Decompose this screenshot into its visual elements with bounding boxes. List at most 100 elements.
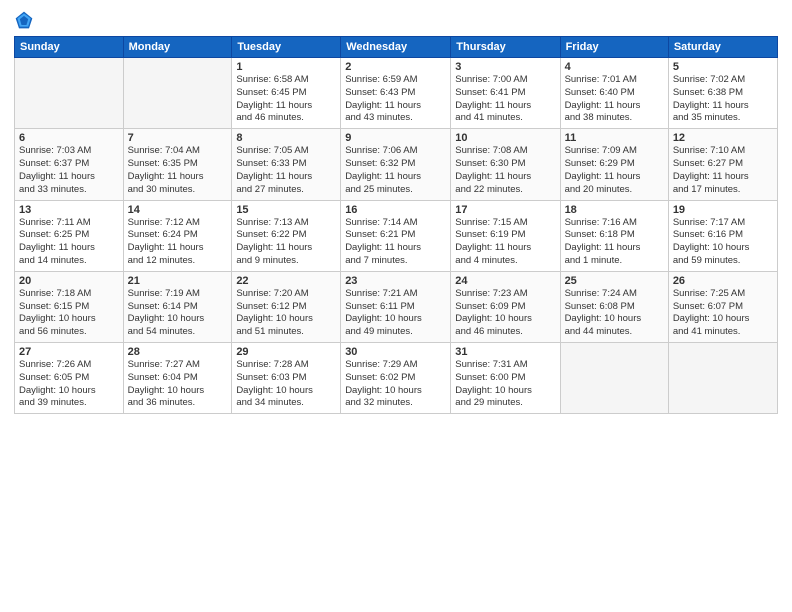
day-header: Monday — [123, 37, 232, 58]
calendar-cell: 12Sunrise: 7:10 AM Sunset: 6:27 PM Dayli… — [668, 129, 777, 200]
day-info: Sunrise: 7:11 AM Sunset: 6:25 PM Dayligh… — [19, 217, 119, 268]
calendar-cell: 26Sunrise: 7:25 AM Sunset: 6:07 PM Dayli… — [668, 271, 777, 342]
day-info: Sunrise: 7:08 AM Sunset: 6:30 PM Dayligh… — [455, 145, 555, 196]
calendar-cell: 25Sunrise: 7:24 AM Sunset: 6:08 PM Dayli… — [560, 271, 668, 342]
day-info: Sunrise: 7:24 AM Sunset: 6:08 PM Dayligh… — [565, 288, 664, 339]
calendar-cell — [668, 343, 777, 414]
day-info: Sunrise: 7:12 AM Sunset: 6:24 PM Dayligh… — [128, 217, 228, 268]
day-number: 21 — [128, 275, 228, 287]
calendar-cell: 9Sunrise: 7:06 AM Sunset: 6:32 PM Daylig… — [341, 129, 451, 200]
calendar-cell: 15Sunrise: 7:13 AM Sunset: 6:22 PM Dayli… — [232, 200, 341, 271]
day-number: 27 — [19, 346, 119, 358]
day-number: 26 — [673, 275, 773, 287]
calendar-cell: 1Sunrise: 6:58 AM Sunset: 6:45 PM Daylig… — [232, 58, 341, 129]
calendar-cell: 17Sunrise: 7:15 AM Sunset: 6:19 PM Dayli… — [451, 200, 560, 271]
calendar-cell: 23Sunrise: 7:21 AM Sunset: 6:11 PM Dayli… — [341, 271, 451, 342]
day-number: 8 — [236, 132, 336, 144]
calendar-table: SundayMondayTuesdayWednesdayThursdayFrid… — [14, 36, 778, 414]
calendar-week-row: 13Sunrise: 7:11 AM Sunset: 6:25 PM Dayli… — [15, 200, 778, 271]
calendar-cell: 10Sunrise: 7:08 AM Sunset: 6:30 PM Dayli… — [451, 129, 560, 200]
day-info: Sunrise: 7:16 AM Sunset: 6:18 PM Dayligh… — [565, 217, 664, 268]
calendar-cell: 21Sunrise: 7:19 AM Sunset: 6:14 PM Dayli… — [123, 271, 232, 342]
day-number: 4 — [565, 61, 664, 73]
day-number: 28 — [128, 346, 228, 358]
day-header: Thursday — [451, 37, 560, 58]
calendar-cell: 2Sunrise: 6:59 AM Sunset: 6:43 PM Daylig… — [341, 58, 451, 129]
calendar-cell: 27Sunrise: 7:26 AM Sunset: 6:05 PM Dayli… — [15, 343, 124, 414]
day-number: 24 — [455, 275, 555, 287]
day-number: 10 — [455, 132, 555, 144]
day-number: 1 — [236, 61, 336, 73]
calendar-cell: 11Sunrise: 7:09 AM Sunset: 6:29 PM Dayli… — [560, 129, 668, 200]
day-info: Sunrise: 7:26 AM Sunset: 6:05 PM Dayligh… — [19, 359, 119, 410]
day-number: 7 — [128, 132, 228, 144]
day-info: Sunrise: 7:04 AM Sunset: 6:35 PM Dayligh… — [128, 145, 228, 196]
calendar-cell: 8Sunrise: 7:05 AM Sunset: 6:33 PM Daylig… — [232, 129, 341, 200]
day-info: Sunrise: 7:19 AM Sunset: 6:14 PM Dayligh… — [128, 288, 228, 339]
calendar-cell: 20Sunrise: 7:18 AM Sunset: 6:15 PM Dayli… — [15, 271, 124, 342]
day-number: 13 — [19, 204, 119, 216]
calendar-cell: 29Sunrise: 7:28 AM Sunset: 6:03 PM Dayli… — [232, 343, 341, 414]
day-number: 6 — [19, 132, 119, 144]
day-number: 20 — [19, 275, 119, 287]
day-number: 14 — [128, 204, 228, 216]
day-info: Sunrise: 7:01 AM Sunset: 6:40 PM Dayligh… — [565, 74, 664, 125]
day-number: 30 — [345, 346, 446, 358]
day-info: Sunrise: 7:21 AM Sunset: 6:11 PM Dayligh… — [345, 288, 446, 339]
calendar-cell: 3Sunrise: 7:00 AM Sunset: 6:41 PM Daylig… — [451, 58, 560, 129]
day-number: 29 — [236, 346, 336, 358]
day-number: 25 — [565, 275, 664, 287]
day-number: 17 — [455, 204, 555, 216]
calendar-cell: 18Sunrise: 7:16 AM Sunset: 6:18 PM Dayli… — [560, 200, 668, 271]
day-info: Sunrise: 7:28 AM Sunset: 6:03 PM Dayligh… — [236, 359, 336, 410]
day-info: Sunrise: 7:31 AM Sunset: 6:00 PM Dayligh… — [455, 359, 555, 410]
day-info: Sunrise: 7:18 AM Sunset: 6:15 PM Dayligh… — [19, 288, 119, 339]
day-info: Sunrise: 7:05 AM Sunset: 6:33 PM Dayligh… — [236, 145, 336, 196]
calendar-cell: 22Sunrise: 7:20 AM Sunset: 6:12 PM Dayli… — [232, 271, 341, 342]
calendar-cell: 16Sunrise: 7:14 AM Sunset: 6:21 PM Dayli… — [341, 200, 451, 271]
day-header: Tuesday — [232, 37, 341, 58]
day-info: Sunrise: 6:59 AM Sunset: 6:43 PM Dayligh… — [345, 74, 446, 125]
calendar-cell: 5Sunrise: 7:02 AM Sunset: 6:38 PM Daylig… — [668, 58, 777, 129]
calendar-week-row: 6Sunrise: 7:03 AM Sunset: 6:37 PM Daylig… — [15, 129, 778, 200]
calendar-cell: 6Sunrise: 7:03 AM Sunset: 6:37 PM Daylig… — [15, 129, 124, 200]
day-header: Sunday — [15, 37, 124, 58]
calendar-cell — [15, 58, 124, 129]
page: SundayMondayTuesdayWednesdayThursdayFrid… — [0, 0, 792, 612]
calendar-cell: 19Sunrise: 7:17 AM Sunset: 6:16 PM Dayli… — [668, 200, 777, 271]
calendar-week-row: 27Sunrise: 7:26 AM Sunset: 6:05 PM Dayli… — [15, 343, 778, 414]
day-number: 9 — [345, 132, 446, 144]
calendar-week-row: 1Sunrise: 6:58 AM Sunset: 6:45 PM Daylig… — [15, 58, 778, 129]
day-number: 16 — [345, 204, 446, 216]
calendar-cell: 30Sunrise: 7:29 AM Sunset: 6:02 PM Dayli… — [341, 343, 451, 414]
day-number: 11 — [565, 132, 664, 144]
day-number: 12 — [673, 132, 773, 144]
day-info: Sunrise: 7:02 AM Sunset: 6:38 PM Dayligh… — [673, 74, 773, 125]
day-number: 23 — [345, 275, 446, 287]
header — [14, 10, 778, 30]
day-info: Sunrise: 7:10 AM Sunset: 6:27 PM Dayligh… — [673, 145, 773, 196]
calendar-week-row: 20Sunrise: 7:18 AM Sunset: 6:15 PM Dayli… — [15, 271, 778, 342]
day-info: Sunrise: 7:15 AM Sunset: 6:19 PM Dayligh… — [455, 217, 555, 268]
calendar-cell: 7Sunrise: 7:04 AM Sunset: 6:35 PM Daylig… — [123, 129, 232, 200]
day-number: 22 — [236, 275, 336, 287]
logo — [14, 10, 36, 30]
calendar-cell: 28Sunrise: 7:27 AM Sunset: 6:04 PM Dayli… — [123, 343, 232, 414]
calendar-cell — [560, 343, 668, 414]
day-info: Sunrise: 7:09 AM Sunset: 6:29 PM Dayligh… — [565, 145, 664, 196]
day-info: Sunrise: 7:03 AM Sunset: 6:37 PM Dayligh… — [19, 145, 119, 196]
calendar-cell: 4Sunrise: 7:01 AM Sunset: 6:40 PM Daylig… — [560, 58, 668, 129]
day-number: 2 — [345, 61, 446, 73]
day-info: Sunrise: 7:17 AM Sunset: 6:16 PM Dayligh… — [673, 217, 773, 268]
day-info: Sunrise: 7:13 AM Sunset: 6:22 PM Dayligh… — [236, 217, 336, 268]
day-info: Sunrise: 7:00 AM Sunset: 6:41 PM Dayligh… — [455, 74, 555, 125]
day-header: Saturday — [668, 37, 777, 58]
calendar-cell: 14Sunrise: 7:12 AM Sunset: 6:24 PM Dayli… — [123, 200, 232, 271]
calendar-cell — [123, 58, 232, 129]
day-info: Sunrise: 7:06 AM Sunset: 6:32 PM Dayligh… — [345, 145, 446, 196]
day-number: 15 — [236, 204, 336, 216]
day-number: 18 — [565, 204, 664, 216]
day-info: Sunrise: 7:25 AM Sunset: 6:07 PM Dayligh… — [673, 288, 773, 339]
calendar-cell: 24Sunrise: 7:23 AM Sunset: 6:09 PM Dayli… — [451, 271, 560, 342]
day-number: 31 — [455, 346, 555, 358]
